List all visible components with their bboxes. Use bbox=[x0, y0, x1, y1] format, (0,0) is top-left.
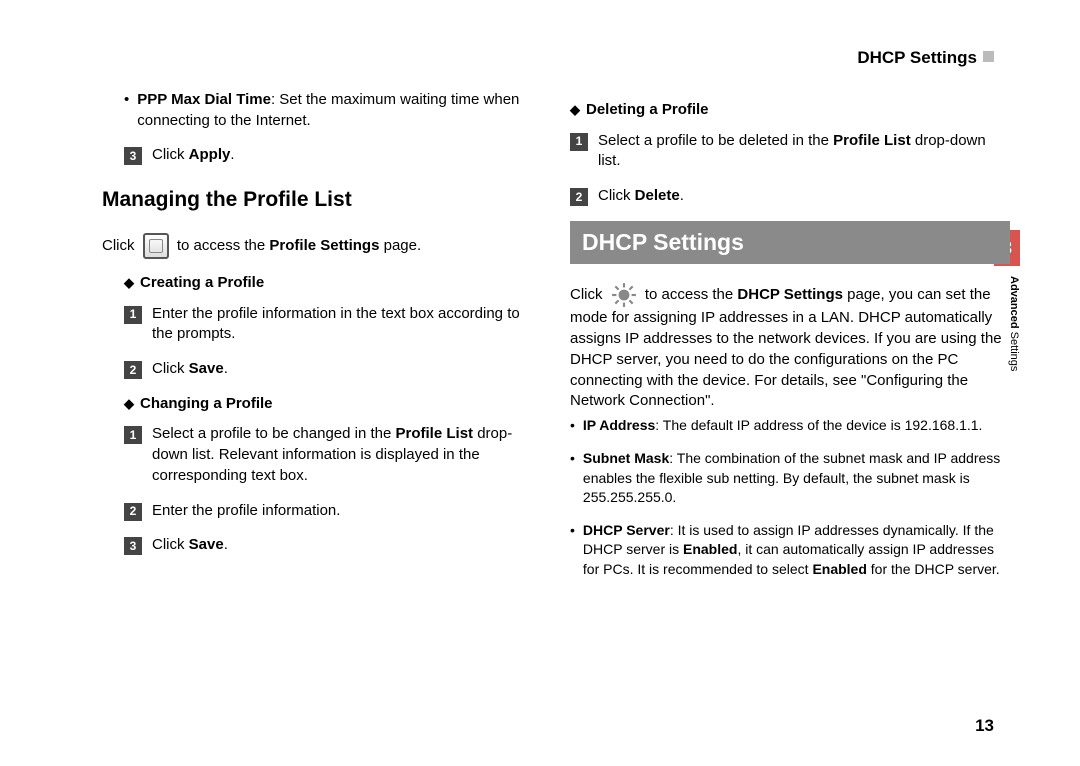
bullet-text: Subnet Mask: The combination of the subn… bbox=[583, 449, 1010, 507]
step-number-icon: 3 bbox=[124, 147, 142, 165]
dhcp-settings-icon bbox=[611, 282, 637, 308]
step-text: Enter the profile information. bbox=[152, 501, 340, 522]
dhcp-settings-banner: DHCP Settings bbox=[570, 221, 1010, 265]
step-text: Select a profile to be deleted in the Pr… bbox=[598, 131, 1010, 172]
bullet-text: DHCP Server: It is used to assign IP add… bbox=[583, 521, 1010, 579]
step-apply: 3 Click Apply. bbox=[124, 145, 534, 166]
deleting-profile-heading: Deleting a Profile bbox=[570, 100, 1010, 121]
step-text: Click Apply. bbox=[152, 145, 235, 166]
step-number-icon: 1 bbox=[570, 133, 588, 151]
step-number-icon: 3 bbox=[124, 537, 142, 555]
right-column: Deleting a Profile 1 Select a profile to… bbox=[570, 86, 1010, 593]
creating-profile-heading: Creating a Profile bbox=[124, 273, 534, 294]
deleting-step-1: 1 Select a profile to be deleted in the … bbox=[570, 131, 1010, 172]
deleting-step-2: 2 Click Delete. bbox=[570, 186, 1010, 207]
step-number-icon: 1 bbox=[124, 306, 142, 324]
step-number-icon: 2 bbox=[124, 361, 142, 379]
ppp-bold: PPP Max Dial Time bbox=[137, 91, 271, 108]
step-text: Click Delete. bbox=[598, 186, 684, 207]
running-header-title: DHCP Settings bbox=[857, 48, 977, 68]
click-profile-settings-line: Click to access the Profile Settings pag… bbox=[102, 233, 534, 259]
bullet-subnet-mask: Subnet Mask: The combination of the subn… bbox=[570, 449, 1010, 507]
step-number-icon: 1 bbox=[124, 426, 142, 444]
creating-step-1: 1 Enter the profile information in the t… bbox=[124, 304, 534, 345]
bullet-ppp: PPP Max Dial Time: Set the maximum waiti… bbox=[124, 90, 534, 131]
step-number-icon: 2 bbox=[570, 188, 588, 206]
diamond-icon bbox=[570, 100, 580, 121]
left-column: PPP Max Dial Time: Set the maximum waiti… bbox=[102, 86, 534, 593]
step-text: Enter the profile information in the tex… bbox=[152, 304, 534, 345]
header-square-icon bbox=[983, 51, 994, 62]
bullet-icon bbox=[570, 521, 575, 579]
content-columns: PPP Max Dial Time: Set the maximum waiti… bbox=[102, 86, 1010, 593]
profile-settings-icon bbox=[143, 233, 169, 259]
manual-page: DHCP Settings 3 Advanced Settings PPP Ma… bbox=[0, 0, 1080, 766]
page-number: 13 bbox=[975, 716, 994, 736]
bullet-text: PPP Max Dial Time: Set the maximum waiti… bbox=[137, 90, 534, 131]
changing-step-1: 1 Select a profile to be changed in the … bbox=[124, 424, 534, 486]
changing-profile-heading: Changing a Profile bbox=[124, 394, 534, 415]
dhcp-intro-paragraph: Click to access the DHCP Settings page, … bbox=[570, 282, 1010, 411]
changing-step-3: 3 Click Save. bbox=[124, 535, 534, 556]
step-text: Click Save. bbox=[152, 359, 228, 380]
diamond-icon bbox=[124, 394, 134, 415]
bullet-icon bbox=[124, 90, 129, 131]
bullet-dhcp-server: DHCP Server: It is used to assign IP add… bbox=[570, 521, 1010, 579]
bullet-icon bbox=[570, 449, 575, 507]
creating-step-2: 2 Click Save. bbox=[124, 359, 534, 380]
bullet-icon bbox=[570, 416, 575, 435]
step-text: Click Save. bbox=[152, 535, 228, 556]
managing-profile-list-heading: Managing the Profile List bbox=[102, 186, 534, 215]
step-number-icon: 2 bbox=[124, 503, 142, 521]
diamond-icon bbox=[124, 273, 134, 294]
step-text: Select a profile to be changed in the Pr… bbox=[152, 424, 534, 486]
bullet-ip-address: IP Address: The default IP address of th… bbox=[570, 416, 1010, 435]
bullet-text: IP Address: The default IP address of th… bbox=[583, 416, 983, 435]
changing-step-2: 2 Enter the profile information. bbox=[124, 501, 534, 522]
